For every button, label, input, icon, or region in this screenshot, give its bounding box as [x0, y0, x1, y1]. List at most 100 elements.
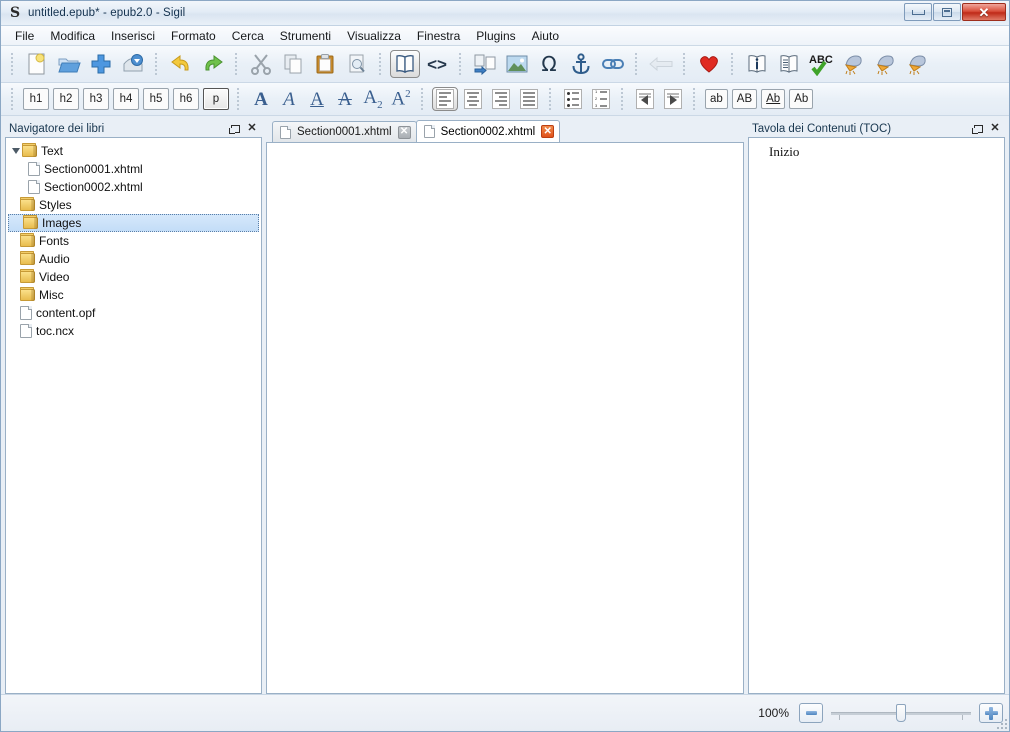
- zoom-out-button[interactable]: [799, 703, 823, 723]
- generate-toc-button[interactable]: [774, 50, 804, 78]
- menu-inserisci[interactable]: Inserisci: [103, 27, 163, 45]
- maximize-button[interactable]: [933, 3, 961, 21]
- tree-item-section0002[interactable]: Section0002.xhtml: [6, 178, 261, 196]
- align-right-button[interactable]: [488, 87, 514, 111]
- heading-h6-button[interactable]: h6: [173, 88, 199, 110]
- close-button[interactable]: ✕: [962, 3, 1006, 21]
- superscript-button[interactable]: A2: [388, 87, 414, 111]
- numbered-list-button[interactable]: 1 2 3: [588, 87, 614, 111]
- tree-item-fonts[interactable]: Fonts: [6, 232, 261, 250]
- copy-button[interactable]: [278, 50, 308, 78]
- menu-file[interactable]: File: [7, 27, 42, 45]
- italic-button[interactable]: A: [276, 87, 302, 111]
- tree-item-images[interactable]: Images: [8, 214, 259, 232]
- toc-list-container[interactable]: Inizio: [748, 137, 1005, 694]
- strikethrough-button[interactable]: A: [332, 87, 358, 111]
- tab-close-button[interactable]: ✕: [541, 125, 555, 138]
- book-browser-tree-container[interactable]: Text Section0001.xhtml Section0002.xhtml…: [5, 137, 262, 694]
- tree-item-content-opf[interactable]: content.opf: [6, 304, 261, 322]
- align-justify-button[interactable]: [516, 87, 542, 111]
- uppercase-button[interactable]: AB: [731, 89, 758, 109]
- book-browser-float-button[interactable]: [228, 124, 240, 134]
- clean-source-button[interactable]: [838, 50, 868, 78]
- open-file-button[interactable]: [54, 50, 84, 78]
- toc-close-button[interactable]: ✕: [990, 123, 1000, 134]
- lowercase-button[interactable]: ab: [705, 89, 728, 109]
- heading-h3-button[interactable]: h3: [83, 88, 109, 110]
- menu-aiuto[interactable]: Aiuto: [524, 27, 567, 45]
- paragraph-button[interactable]: p: [203, 88, 229, 110]
- tree-item-audio[interactable]: Audio: [6, 250, 261, 268]
- add-file-button[interactable]: [86, 50, 116, 78]
- heading-h2-button[interactable]: h2: [53, 88, 79, 110]
- slider-tick: [962, 715, 963, 720]
- menu-modifica[interactable]: Modifica: [42, 27, 103, 45]
- toolbar-separator: [421, 88, 425, 110]
- zoom-slider[interactable]: [831, 703, 971, 723]
- subscript-button[interactable]: A2: [360, 87, 386, 111]
- resize-grip[interactable]: [995, 717, 1007, 729]
- code-view-button[interactable]: <>: [422, 50, 452, 78]
- tree-item-video[interactable]: Video: [6, 268, 261, 286]
- window-controls: ✕: [904, 3, 1006, 21]
- split-at-cursor-button[interactable]: [470, 50, 500, 78]
- tab-section0002[interactable]: Section0002.xhtml ✕: [415, 120, 561, 142]
- align-center-button[interactable]: [460, 87, 486, 111]
- slider-handle[interactable]: [896, 704, 906, 722]
- tree-item-section0001[interactable]: Section0001.xhtml: [6, 160, 261, 178]
- print-preview-button[interactable]: [342, 50, 372, 78]
- back-button[interactable]: [646, 50, 676, 78]
- index-book-icon: [780, 55, 798, 73]
- new-file-button[interactable]: [22, 50, 52, 78]
- insert-special-character-button[interactable]: Ω: [534, 50, 564, 78]
- tree-item-toc-ncx[interactable]: toc.ncx: [6, 322, 261, 340]
- bullet-list-button[interactable]: [560, 87, 586, 111]
- undo-button[interactable]: [166, 50, 196, 78]
- tree-item-styles[interactable]: Styles: [6, 196, 261, 214]
- underline-button[interactable]: A: [304, 87, 330, 111]
- decrease-indent-button[interactable]: [632, 87, 658, 111]
- menu-plugins[interactable]: Plugins: [468, 27, 523, 45]
- expand-triangle[interactable]: [10, 148, 22, 154]
- bold-button[interactable]: A: [248, 87, 274, 111]
- insert-id-button[interactable]: [566, 50, 596, 78]
- toc-float-button[interactable]: [971, 124, 983, 134]
- tree-item-text[interactable]: Text: [6, 142, 261, 160]
- folder-icon: [20, 233, 35, 247]
- book-browser-close-button[interactable]: ✕: [247, 123, 257, 134]
- book-view-button[interactable]: [390, 50, 420, 78]
- add-plus-icon: [91, 54, 111, 74]
- editor-content-area[interactable]: [266, 142, 744, 694]
- minimize-button[interactable]: [904, 3, 932, 21]
- spellcheck-button[interactable]: ABC: [806, 50, 836, 78]
- cut-button[interactable]: [246, 50, 276, 78]
- insert-image-button[interactable]: [502, 50, 532, 78]
- mend-all-source-button[interactable]: [902, 50, 932, 78]
- tab-close-button[interactable]: ✕: [397, 125, 411, 139]
- tree-item-misc[interactable]: Misc: [6, 286, 261, 304]
- heading-h1-button[interactable]: h1: [23, 88, 49, 110]
- heading-h5-button[interactable]: h5: [143, 88, 169, 110]
- insert-link-button[interactable]: [598, 50, 628, 78]
- titlecase-button[interactable]: Ab: [761, 89, 786, 109]
- menu-formato[interactable]: Formato: [163, 27, 224, 45]
- metadata-editor-button[interactable]: [742, 50, 772, 78]
- redo-button[interactable]: [198, 50, 228, 78]
- tab-section0001[interactable]: Section0001.xhtml ✕: [272, 121, 417, 142]
- increase-indent-button[interactable]: [660, 87, 686, 111]
- menu-strumenti[interactable]: Strumenti: [272, 27, 339, 45]
- align-left-button[interactable]: [432, 87, 458, 111]
- save-file-button[interactable]: [118, 50, 148, 78]
- toc-entry-inizio[interactable]: Inizio: [749, 138, 1004, 160]
- paste-button[interactable]: [310, 50, 340, 78]
- menu-finestra[interactable]: Finestra: [409, 27, 468, 45]
- anchor-icon: [572, 53, 590, 75]
- heading-h4-button[interactable]: h4: [113, 88, 139, 110]
- folder-icon: [20, 287, 35, 301]
- capitalize-button[interactable]: Ab: [789, 89, 814, 109]
- menu-visualizza[interactable]: Visualizza: [339, 27, 409, 45]
- menu-cerca[interactable]: Cerca: [224, 27, 272, 45]
- mend-source-button[interactable]: [870, 50, 900, 78]
- add-to-index-button[interactable]: [694, 50, 724, 78]
- save-disk-icon: [123, 54, 143, 72]
